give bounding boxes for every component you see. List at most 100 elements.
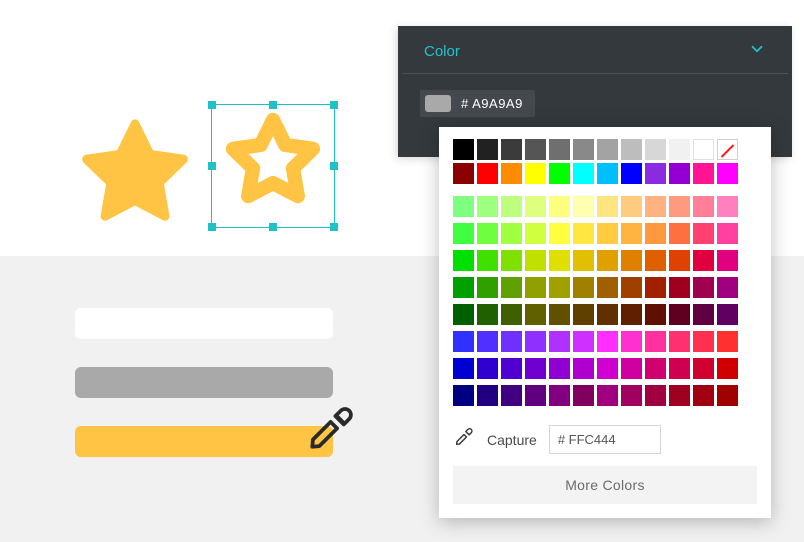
color-cell[interactable] xyxy=(693,250,714,271)
color-cell[interactable] xyxy=(477,139,498,160)
color-cell[interactable] xyxy=(717,250,738,271)
color-cell[interactable] xyxy=(645,223,666,244)
color-cell[interactable] xyxy=(549,358,570,379)
color-cell[interactable] xyxy=(501,358,522,379)
color-cell[interactable] xyxy=(717,163,738,184)
color-cell[interactable] xyxy=(669,163,690,184)
color-cell[interactable] xyxy=(453,163,474,184)
color-cell[interactable] xyxy=(645,385,666,406)
color-cell[interactable] xyxy=(477,304,498,325)
color-cell[interactable] xyxy=(525,250,546,271)
color-cell[interactable] xyxy=(525,139,546,160)
color-cell[interactable] xyxy=(693,223,714,244)
list-item[interactable] xyxy=(75,426,333,457)
color-cell[interactable] xyxy=(573,331,594,352)
color-cell[interactable] xyxy=(597,223,618,244)
eyedropper-tool-icon[interactable] xyxy=(305,404,355,454)
color-cell[interactable] xyxy=(717,277,738,298)
color-cell[interactable] xyxy=(645,196,666,217)
color-cell[interactable] xyxy=(573,277,594,298)
color-cell[interactable] xyxy=(573,358,594,379)
color-cell[interactable] xyxy=(693,277,714,298)
color-cell[interactable] xyxy=(621,196,642,217)
color-cell[interactable] xyxy=(453,304,474,325)
color-cell[interactable] xyxy=(621,139,642,160)
color-cell[interactable] xyxy=(693,304,714,325)
resize-handle-tl[interactable] xyxy=(208,101,216,109)
color-cell[interactable] xyxy=(573,163,594,184)
hex-input[interactable] xyxy=(549,425,661,454)
color-cell[interactable] xyxy=(525,223,546,244)
panel-header[interactable]: Color xyxy=(402,26,788,74)
color-cell[interactable] xyxy=(669,385,690,406)
color-cell[interactable] xyxy=(621,331,642,352)
color-cell[interactable] xyxy=(669,331,690,352)
list-item[interactable] xyxy=(75,367,333,398)
star-filled-icon[interactable] xyxy=(75,110,195,230)
color-cell[interactable] xyxy=(453,277,474,298)
more-colors-button[interactable]: More Colors xyxy=(453,466,757,504)
color-cell[interactable] xyxy=(525,163,546,184)
color-cell[interactable] xyxy=(525,196,546,217)
color-cell[interactable] xyxy=(597,139,618,160)
color-cell[interactable] xyxy=(501,277,522,298)
color-cell[interactable] xyxy=(501,250,522,271)
color-cell[interactable] xyxy=(477,163,498,184)
color-cell[interactable] xyxy=(549,331,570,352)
color-cell[interactable] xyxy=(693,358,714,379)
list-item[interactable] xyxy=(75,308,333,339)
color-cell[interactable] xyxy=(645,250,666,271)
color-cell[interactable] xyxy=(597,196,618,217)
color-cell[interactable] xyxy=(453,250,474,271)
color-cell[interactable] xyxy=(597,163,618,184)
color-cell[interactable] xyxy=(597,331,618,352)
resize-handle-b[interactable] xyxy=(269,223,277,231)
color-cell[interactable] xyxy=(621,304,642,325)
color-cell[interactable] xyxy=(621,385,642,406)
color-cell[interactable] xyxy=(573,385,594,406)
color-cell[interactable] xyxy=(549,139,570,160)
color-cell[interactable] xyxy=(453,223,474,244)
color-cell[interactable] xyxy=(549,304,570,325)
color-cell[interactable] xyxy=(717,139,738,160)
color-cell[interactable] xyxy=(501,163,522,184)
color-cell[interactable] xyxy=(477,277,498,298)
color-cell[interactable] xyxy=(501,331,522,352)
color-cell[interactable] xyxy=(621,277,642,298)
color-cell[interactable] xyxy=(525,277,546,298)
color-cell[interactable] xyxy=(669,223,690,244)
color-cell[interactable] xyxy=(693,196,714,217)
color-cell[interactable] xyxy=(669,358,690,379)
color-cell[interactable] xyxy=(453,385,474,406)
color-cell[interactable] xyxy=(477,358,498,379)
color-cell[interactable] xyxy=(573,223,594,244)
color-cell[interactable] xyxy=(693,385,714,406)
color-cell[interactable] xyxy=(621,250,642,271)
color-cell[interactable] xyxy=(597,358,618,379)
color-cell[interactable] xyxy=(453,196,474,217)
color-cell[interactable] xyxy=(501,139,522,160)
color-cell[interactable] xyxy=(669,250,690,271)
color-cell[interactable] xyxy=(477,250,498,271)
color-cell[interactable] xyxy=(501,196,522,217)
color-cell[interactable] xyxy=(525,358,546,379)
color-cell[interactable] xyxy=(717,223,738,244)
color-cell[interactable] xyxy=(525,331,546,352)
resize-handle-r[interactable] xyxy=(330,162,338,170)
color-cell[interactable] xyxy=(597,304,618,325)
resize-handle-l[interactable] xyxy=(208,162,216,170)
color-cell[interactable] xyxy=(645,139,666,160)
color-cell[interactable] xyxy=(693,163,714,184)
selected-shape[interactable] xyxy=(211,104,335,228)
color-cell[interactable] xyxy=(669,196,690,217)
color-cell[interactable] xyxy=(669,304,690,325)
color-cell[interactable] xyxy=(477,385,498,406)
color-cell[interactable] xyxy=(549,250,570,271)
color-cell[interactable] xyxy=(549,277,570,298)
color-cell[interactable] xyxy=(645,358,666,379)
color-cell[interactable] xyxy=(501,304,522,325)
color-cell[interactable] xyxy=(453,139,474,160)
resize-handle-t[interactable] xyxy=(269,101,277,109)
color-cell[interactable] xyxy=(477,223,498,244)
color-cell[interactable] xyxy=(621,163,642,184)
